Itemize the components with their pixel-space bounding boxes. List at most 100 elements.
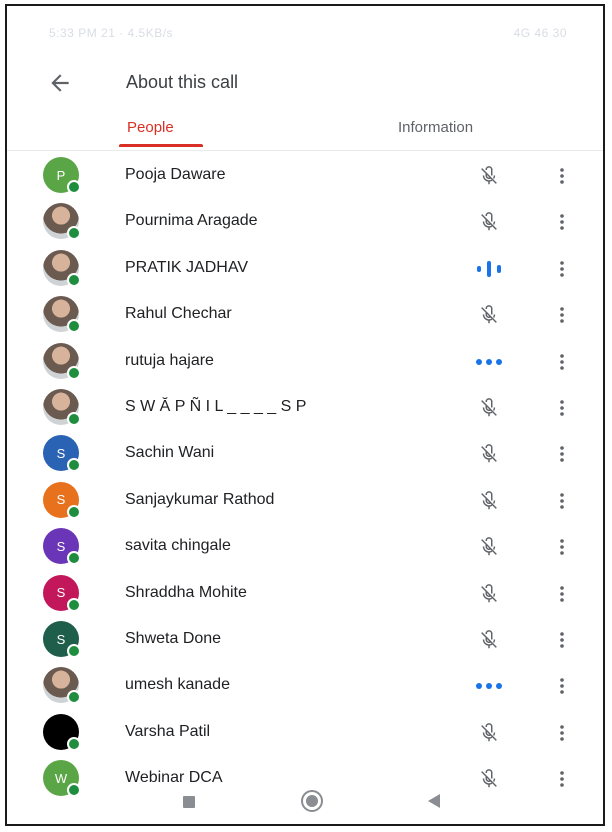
- more-vertical-icon[interactable]: [552, 349, 572, 375]
- avatar-initial: S: [56, 585, 66, 601]
- avatar: [43, 296, 81, 334]
- avatar: S: [43, 481, 81, 519]
- avatar-initial: S: [56, 631, 66, 647]
- online-indicator: [67, 690, 81, 705]
- arrow-left-icon: [51, 74, 69, 92]
- participant-row[interactable]: S Sanjaykumar Rathod: [7, 478, 603, 524]
- status-bar-right: 4G 46 30: [513, 26, 567, 40]
- participant-row[interactable]: PRATIK JADHAV: [7, 246, 603, 292]
- online-indicator: [67, 226, 81, 241]
- participant-row[interactable]: S Shraddha Mohite: [7, 571, 603, 617]
- tab-divider: [7, 150, 603, 151]
- online-indicator: [67, 458, 81, 473]
- participant-row[interactable]: P Pooja Daware: [7, 153, 603, 199]
- mic-off-icon: [471, 720, 507, 746]
- online-indicator: [67, 551, 81, 566]
- mic-off-icon: [471, 395, 507, 421]
- more-vertical-icon[interactable]: [552, 581, 572, 607]
- mic-off-icon: [471, 302, 507, 328]
- more-vertical-icon[interactable]: [552, 720, 572, 746]
- mic-off-icon: [471, 534, 507, 560]
- mic-off-icon: [471, 581, 507, 607]
- more-vertical-icon[interactable]: [552, 395, 572, 421]
- audio-level-icon: [471, 256, 507, 282]
- participant-row[interactable]: Pournima Aragade: [7, 199, 603, 245]
- participant-name: Sachin Wani: [125, 444, 215, 462]
- avatar: P: [43, 157, 81, 194]
- online-indicator: [67, 504, 81, 519]
- status-bar: 5:33 PM 21 · 4.5KB/s 4G 46 30: [7, 6, 603, 60]
- participant-name: Shweta Done: [125, 630, 222, 647]
- tab-bar: People Information: [7, 108, 603, 150]
- participant-name: Pooja Daware: [125, 166, 226, 183]
- online-indicator: [67, 272, 81, 287]
- tab-information[interactable]: Information: [398, 119, 473, 136]
- participant-row[interactable]: Rahul Chechar: [7, 292, 603, 338]
- audio-dots-icon: [471, 673, 507, 699]
- participant-name: rutuja hajare: [125, 351, 214, 369]
- mic-off-icon: [471, 441, 507, 467]
- avatar: [43, 667, 81, 705]
- phone-screen: 5:33 PM 21 · 4.5KB/s 4G 46 30 About this…: [5, 4, 605, 826]
- participant-row[interactable]: S W Ă P Ñ I L _ _ _ _ S P: [7, 385, 603, 431]
- participant-name: Rahul Chechar: [125, 305, 232, 323]
- participant-name: PRATIK JADHAV: [125, 258, 248, 276]
- more-vertical-icon[interactable]: [552, 209, 572, 235]
- mic-off-icon: [471, 627, 507, 653]
- recent-apps-button[interactable]: [183, 796, 195, 808]
- avatar: S: [43, 528, 81, 566]
- participant-row[interactable]: S Sachin Wani: [7, 431, 603, 477]
- participant-row[interactable]: S Shweta Done: [7, 617, 603, 663]
- avatar: [43, 203, 81, 241]
- mic-off-icon: [471, 209, 507, 235]
- more-vertical-icon[interactable]: [552, 627, 572, 653]
- more-vertical-icon[interactable]: [552, 163, 572, 189]
- nav-back-button[interactable]: [428, 794, 440, 808]
- back-button[interactable]: [47, 70, 73, 96]
- online-indicator: [67, 412, 81, 426]
- online-indicator: [67, 180, 81, 194]
- avatar-initial: P: [56, 167, 66, 183]
- avatar-initial: S: [56, 445, 66, 461]
- audio-dots-icon: [471, 349, 507, 375]
- participant-name: S W Ă P Ñ I L _ _ _ _ S P: [125, 398, 307, 415]
- avatar: S: [43, 621, 81, 658]
- page-title: About this call: [126, 72, 239, 92]
- tab-people[interactable]: People: [127, 119, 174, 136]
- avatar: [43, 342, 81, 380]
- participant-row[interactable]: Ssavita chingale: [7, 524, 603, 570]
- more-vertical-icon[interactable]: [552, 534, 572, 560]
- more-vertical-icon[interactable]: [552, 488, 572, 514]
- online-indicator: [67, 736, 81, 751]
- avatar-initial: S: [56, 492, 66, 508]
- avatar: [43, 389, 81, 426]
- app-bar: About this call: [7, 60, 603, 108]
- participant-row[interactable]: umesh kanade: [7, 663, 603, 709]
- avatar: S: [43, 435, 81, 473]
- participant-name: umesh kanade: [125, 676, 230, 694]
- home-button[interactable]: [301, 790, 323, 812]
- participant-name: Sanjaykumar Rathod: [125, 490, 275, 508]
- online-indicator: [67, 319, 81, 334]
- active-tab-indicator: [119, 144, 203, 147]
- participant-name: Pournima Aragade: [125, 212, 258, 230]
- participant-row[interactable]: rutuja hajare: [7, 339, 603, 385]
- more-vertical-icon[interactable]: [552, 256, 572, 282]
- more-vertical-icon[interactable]: [552, 673, 572, 699]
- participant-row[interactable]: Varsha Patil: [7, 710, 603, 756]
- participant-name: Shraddha Mohite: [125, 583, 247, 601]
- participant-name: Varsha Patil: [125, 722, 211, 740]
- status-bar-left: 5:33 PM 21 · 4.5KB/s: [49, 26, 174, 40]
- system-nav-bar: [7, 776, 603, 824]
- participant-name: savita chingale: [125, 537, 231, 555]
- online-indicator: [67, 644, 81, 658]
- avatar: [43, 713, 81, 751]
- avatar: [43, 249, 81, 287]
- more-vertical-icon[interactable]: [552, 302, 572, 328]
- online-indicator: [67, 597, 81, 612]
- more-vertical-icon[interactable]: [552, 441, 572, 467]
- mic-off-icon: [471, 488, 507, 514]
- online-indicator: [67, 365, 81, 380]
- avatar-initial: S: [56, 538, 66, 554]
- mic-off-icon: [471, 163, 507, 189]
